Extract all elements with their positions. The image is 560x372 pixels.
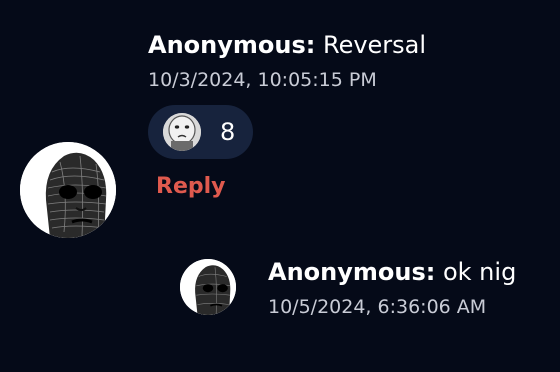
comment-timestamp: 10/3/2024, 10:05:15 PM bbox=[148, 69, 377, 91]
comment: Anonymous: Reversal 10/3/2024, 10:05:15 … bbox=[0, 0, 560, 250]
reaction-count: 8 bbox=[220, 118, 236, 146]
sad-face-sketch-icon bbox=[180, 259, 236, 315]
reply-author: Anonymous: bbox=[268, 258, 436, 286]
comment-author: Anonymous: bbox=[148, 31, 316, 59]
reply-button[interactable]: Reply bbox=[156, 172, 226, 202]
reaction-button[interactable]: 8 bbox=[148, 105, 253, 159]
reply-user-avatar[interactable] bbox=[180, 259, 236, 315]
comment-text: Anonymous: Reversal bbox=[148, 30, 426, 60]
wojak-face-emoji-icon bbox=[163, 113, 201, 151]
sad-face-sketch-icon bbox=[20, 142, 116, 238]
reply-text: Anonymous: ok nig bbox=[268, 257, 516, 287]
reply-body: ok nig bbox=[435, 258, 517, 286]
user-avatar[interactable] bbox=[20, 142, 116, 238]
comment-body: Reversal bbox=[315, 31, 427, 59]
reply-timestamp: 10/5/2024, 6:36:06 AM bbox=[268, 296, 487, 318]
